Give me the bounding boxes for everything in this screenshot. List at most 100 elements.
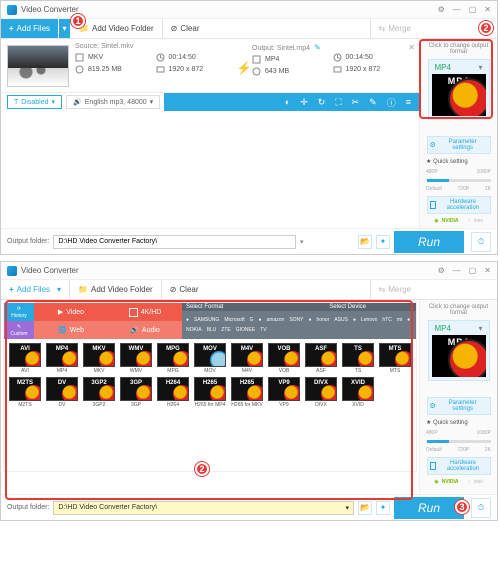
format-mp4[interactable]: MP4MP4	[45, 343, 79, 374]
brand-grid: ● SAMSUNG Microsoft G ● amazon SONY ● honor ASUS ●…	[182, 311, 416, 339]
brand-item[interactable]: mi	[397, 317, 402, 323]
format-ts[interactable]: TSTS	[341, 343, 375, 374]
schedule-button[interactable]: ⏱	[471, 498, 491, 518]
effect-icon[interactable]: ◐	[285, 97, 290, 107]
add-files-button[interactable]: +Add Files	[1, 19, 59, 38]
rename-output-button[interactable]: ✎	[314, 43, 321, 52]
brand-item[interactable]: ●	[308, 317, 311, 323]
maximize-icon[interactable]: ▢	[469, 266, 477, 275]
brand-item[interactable]: G	[250, 317, 254, 323]
brand-item[interactable]: GIONEE	[236, 327, 255, 333]
select-format-tab[interactable]: Select FormatSelect Device	[182, 303, 416, 311]
brand-item[interactable]: ●	[353, 317, 356, 323]
resolution-slider[interactable]	[427, 179, 491, 182]
resolution-slider[interactable]	[427, 440, 491, 443]
size-icon	[252, 67, 261, 76]
format-h265-for-mp4[interactable]: H265H265 for MP4	[193, 377, 227, 408]
brand-item[interactable]: SAMSUNG	[194, 317, 219, 323]
add-folder-button[interactable]: 📁Add Video Folder	[69, 280, 161, 299]
settings-icon[interactable]: ⚙	[438, 5, 445, 14]
maximize-icon[interactable]: ▢	[469, 5, 477, 14]
crop-icon[interactable]: ⛶	[335, 97, 341, 108]
add-output-button[interactable]: ✦	[376, 501, 390, 515]
add-files-button[interactable]: +Add Files▾	[1, 280, 69, 299]
open-folder-button[interactable]: 📂	[358, 501, 372, 515]
history-tab[interactable]: ⟳History	[4, 303, 34, 321]
close-icon[interactable]: ✕	[484, 266, 491, 275]
edit-icon[interactable]: ✎	[369, 97, 377, 108]
format-divx[interactable]: DIVXDIVX	[304, 377, 338, 408]
brand-item[interactable]: ●	[258, 317, 261, 323]
format-3gp2[interactable]: 3GP23GP2	[82, 377, 116, 408]
minimize-icon[interactable]: —	[453, 266, 461, 275]
resolution-icon	[156, 65, 165, 74]
brand-item[interactable]: hTC	[382, 317, 391, 323]
subtitle-select[interactable]: TDisabled▾	[7, 95, 62, 109]
format-m4v[interactable]: M4VM4V	[230, 343, 264, 374]
run-button[interactable]: Run	[394, 231, 464, 253]
rotate-icon[interactable]: ↻	[318, 97, 326, 108]
format-xvid[interactable]: XVIDXVID	[341, 377, 375, 408]
brand-item[interactable]: SONY	[289, 317, 303, 323]
format-mts[interactable]: MTSMTS	[378, 343, 412, 374]
brand-item[interactable]: Lenovo	[361, 317, 377, 323]
source-label: Source: Sintel.mkv	[75, 43, 156, 50]
brand-item[interactable]: Microsoft	[224, 317, 244, 323]
brand-item[interactable]: amazon	[267, 317, 285, 323]
minimize-icon[interactable]: —	[453, 5, 461, 14]
web-category[interactable]: 🌐Web	[34, 321, 108, 339]
clear-button[interactable]: ⊘Clear	[162, 19, 208, 38]
video-thumbnail[interactable]	[7, 45, 69, 87]
output-format-button[interactable]: MP4▾ MP4	[428, 59, 490, 120]
remove-file-button[interactable]: ✕	[408, 43, 415, 52]
watermark-icon[interactable]: ✛	[300, 97, 308, 108]
output-folder-select[interactable]: D:\HD Video Converter Factory\▾	[53, 501, 354, 515]
format-h264[interactable]: H264H264	[156, 377, 190, 408]
format-avi[interactable]: AVIAVI	[8, 343, 42, 374]
clear-button[interactable]: ⊘Clear	[161, 280, 207, 299]
format-vp9[interactable]: VP9VP9	[267, 377, 301, 408]
merge-button[interactable]: ⇆Merge	[370, 280, 419, 299]
audio-category[interactable]: 🔊Audio	[108, 321, 182, 339]
add-files-dropdown-button[interactable]: ▾	[59, 19, 71, 38]
brand-item[interactable]: NOKIA	[186, 327, 202, 333]
output-format-button[interactable]: MP4▾ MP4	[428, 320, 490, 381]
info-icon[interactable]: ⓘ	[387, 96, 396, 109]
format-3gp[interactable]: 3GP3GP	[119, 377, 153, 408]
hw-accel-checkbox[interactable]: Hardware acceleration	[427, 196, 491, 214]
hw-accel-checkbox[interactable]: Hardware acceleration	[427, 457, 491, 475]
4k-category[interactable]: 4K/HD	[108, 303, 182, 321]
format-h265-for-mkv[interactable]: H265H265 for MKV	[230, 377, 264, 408]
run-button[interactable]: Run	[394, 497, 464, 519]
video-category[interactable]: ▶Video	[34, 303, 108, 321]
brand-item[interactable]: ASUS	[334, 317, 348, 323]
merge-button[interactable]: ⇆Merge	[370, 19, 419, 38]
parameter-settings-button[interactable]: Parameter settings	[427, 397, 491, 415]
add-output-button[interactable]: ✦	[376, 235, 390, 249]
output-folder-dropdown[interactable]: ▾	[300, 238, 304, 246]
close-icon[interactable]: ✕	[484, 5, 491, 14]
format-asf[interactable]: ASFASF	[304, 343, 338, 374]
brand-item[interactable]: ●	[186, 317, 189, 323]
settings-icon[interactable]: ⚙	[438, 266, 445, 275]
custom-tab[interactable]: ✎Custom	[4, 321, 34, 339]
format-mpg[interactable]: MPGMPG	[156, 343, 190, 374]
format-wmv[interactable]: WMVWMV	[119, 343, 153, 374]
open-folder-button[interactable]: 📂	[358, 235, 372, 249]
format-m2ts[interactable]: M2TSM2TS	[8, 377, 42, 408]
brand-item[interactable]: TV	[260, 327, 266, 333]
parameter-settings-button[interactable]: Parameter settings	[427, 136, 491, 154]
output-folder-input[interactable]	[53, 235, 296, 249]
trim-icon[interactable]: ✂	[352, 97, 360, 108]
schedule-button[interactable]: ⏱	[471, 232, 491, 252]
brand-item[interactable]: BLU	[207, 327, 217, 333]
brand-item[interactable]: ZTE	[221, 327, 230, 333]
format-mov[interactable]: MOVMOV	[193, 343, 227, 374]
brand-item[interactable]: ●	[407, 317, 410, 323]
audio-track-select[interactable]: 🔊English mp3, 48000▾	[66, 95, 160, 109]
format-dv[interactable]: DVDV	[45, 377, 79, 408]
format-vob[interactable]: VOBVOB	[267, 343, 301, 374]
format-mkv[interactable]: MKVMKV	[82, 343, 116, 374]
brand-item[interactable]: honor	[317, 317, 330, 323]
more-icon[interactable]: ≡	[406, 97, 411, 107]
